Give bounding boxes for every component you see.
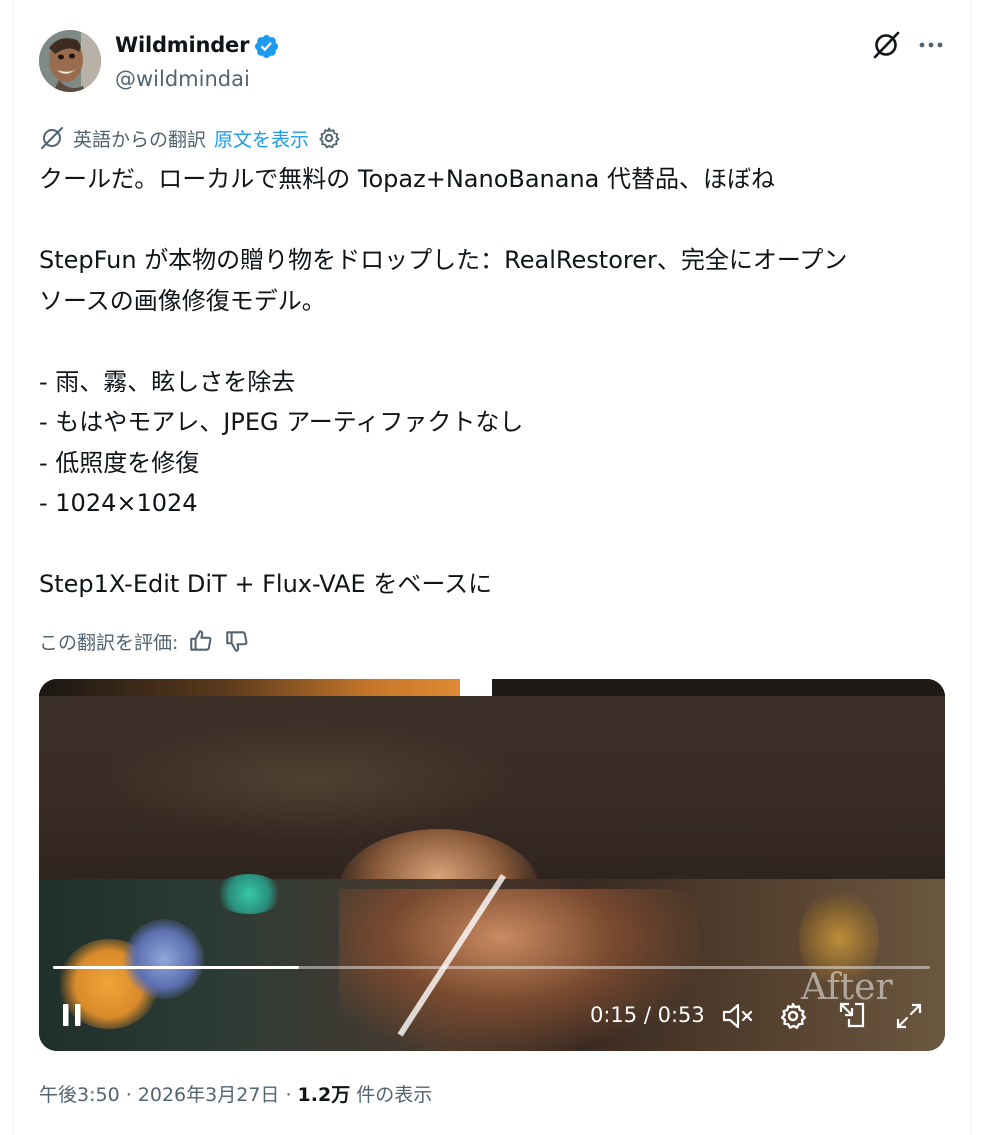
more-icon[interactable] [918, 38, 944, 52]
frame-border-left [12, 0, 13, 1135]
post-time[interactable]: 午後3:50 [39, 1084, 120, 1106]
grok-icon[interactable] [871, 30, 901, 60]
post-date[interactable]: 2026年3月27日 [138, 1084, 280, 1106]
avatar[interactable] [39, 30, 101, 92]
bokeh-teal [214, 874, 284, 914]
video-time: 0:15 / 0:53 [590, 1003, 705, 1027]
mute-icon[interactable] [721, 1001, 755, 1031]
meta-separator: · [279, 1084, 298, 1106]
gear-icon[interactable] [317, 126, 341, 150]
video-progress-bar[interactable] [53, 966, 930, 969]
thumbs-up-icon[interactable] [188, 628, 214, 654]
thumbs-down-icon[interactable] [224, 628, 250, 654]
verified-badge-icon [254, 34, 279, 59]
frame-border-right [970, 0, 971, 1135]
view-count: 1.2万 [297, 1084, 351, 1106]
video-white-block [460, 679, 492, 696]
author-handle[interactable]: @wildmindai [115, 67, 250, 91]
show-original-link[interactable]: 原文を表示 [214, 125, 309, 152]
rate-translation-label: この翻訳を評価: [39, 631, 179, 654]
translation-label: 英語からの翻訳 [73, 128, 207, 151]
video-player[interactable]: After 0:15 / 0:53 [39, 679, 945, 1051]
meta-separator: · [119, 1084, 138, 1106]
video-top-gradient [39, 679, 460, 696]
tweet-meta: 午後3:50 · 2026年3月27日 · 1.2万 件の表示 [39, 1080, 432, 1107]
rate-translation-row: この翻訳を評価: [39, 626, 250, 656]
author-name[interactable]: Wildminder [115, 33, 249, 57]
fullscreen-icon[interactable] [894, 1001, 924, 1031]
tweet-text: クールだ。ローカルで無料の Topaz+NanoBanana 代替品、ほぼね S… [39, 165, 848, 598]
video-progress-fill [53, 966, 299, 969]
view-label: 件の表示 [350, 1084, 433, 1106]
settings-icon[interactable] [778, 1001, 808, 1031]
translation-bar: 英語からの翻訳 原文を表示 [39, 124, 341, 152]
pause-icon[interactable] [61, 1001, 85, 1029]
video-blur-light [99, 719, 519, 839]
pip-icon[interactable] [836, 999, 868, 1031]
translate-icon [41, 127, 63, 149]
bokeh-blue [124, 919, 204, 999]
